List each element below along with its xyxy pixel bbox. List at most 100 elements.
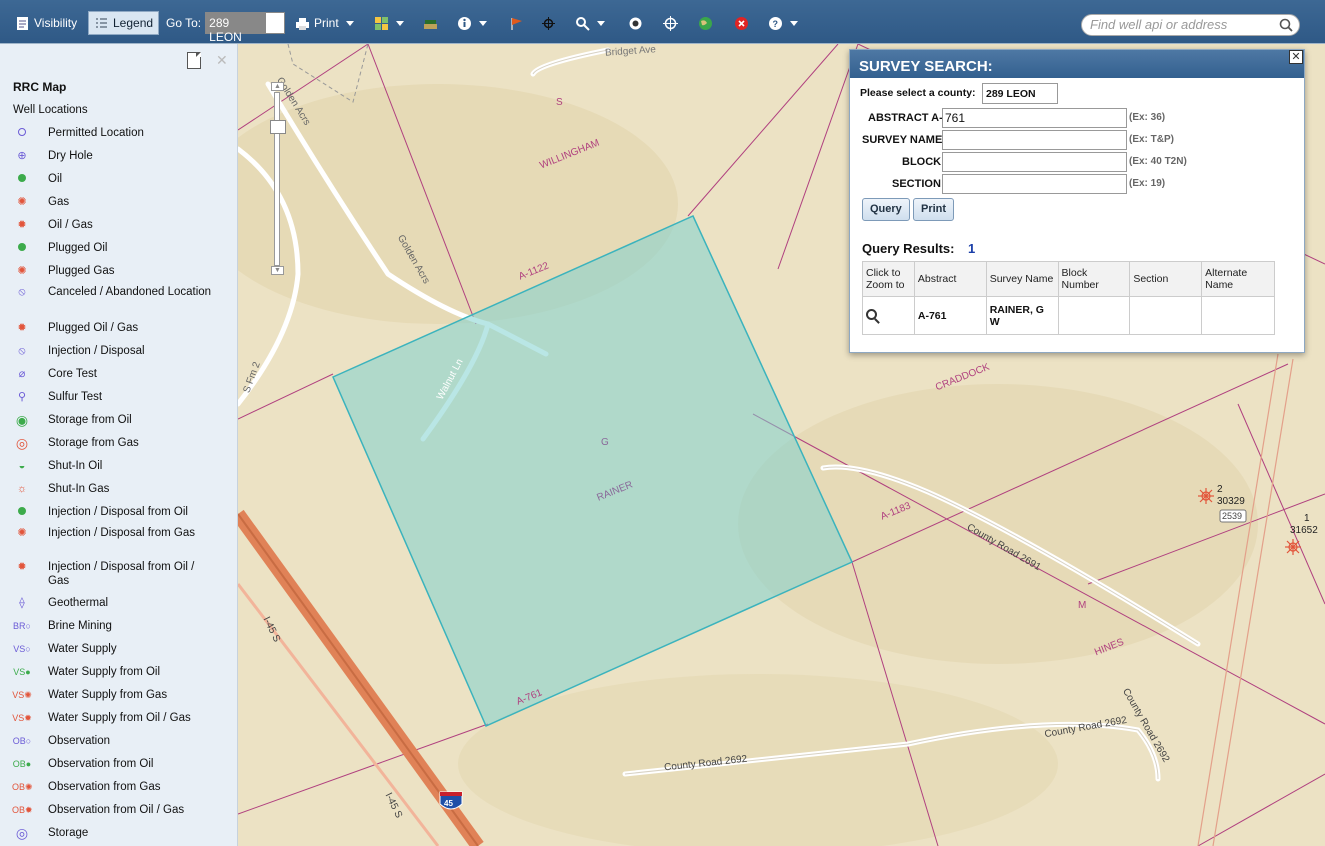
goto-input[interactable]: 289 LEON (205, 12, 286, 44)
basemap-button[interactable] (698, 11, 713, 35)
legend-item-label: Injection / Disposal (48, 345, 145, 357)
chevron-down-icon (479, 20, 487, 26)
print-button[interactable]: Print (913, 198, 955, 221)
legend-section-title: Well Locations (13, 104, 88, 116)
svg-text:?: ? (773, 19, 779, 29)
section-input[interactable] (942, 174, 1127, 194)
full-extent-button[interactable] (628, 11, 643, 35)
chevron-down-icon (790, 20, 798, 26)
chevron-down-icon (345, 20, 354, 26)
print-label: Print (314, 16, 339, 30)
zoom-button[interactable] (575, 11, 605, 35)
water-supply-oil-icon: VS● (13, 667, 31, 677)
crosshair-button[interactable] (541, 11, 556, 35)
alternate-name-cell (1201, 296, 1275, 335)
clear-button[interactable] (734, 11, 749, 35)
abstract-value: 761 (945, 111, 966, 125)
results-label: Query Results: (862, 241, 955, 256)
survey-letter-s: S (556, 97, 563, 108)
dialog-title: SURVEY SEARCH: (850, 50, 1304, 78)
well-api-30329: 30329 (1217, 496, 1245, 507)
goto-label: Go To: (166, 16, 202, 30)
legend-item-label: Injection / Disposal from Oil (48, 506, 188, 518)
document-icon (17, 16, 28, 30)
legend-item-label: Brine Mining (48, 620, 112, 632)
legend-item-label: Water Supply from Oil (48, 666, 161, 678)
zoom-in-icon[interactable] (866, 308, 877, 320)
col-survey-name: Survey Name (985, 261, 1059, 297)
legend-item-label: Shut-In Gas (48, 483, 110, 495)
legend-item-label: Injection / Disposal from Oil / Gas (48, 561, 195, 587)
observation-oil-gas-icon: OB✹ (12, 805, 33, 815)
legend-title: RRC Map (13, 80, 67, 94)
results-header-row: Click to Zoom to Abstract Survey Name Bl… (862, 261, 1275, 297)
zoom-slider[interactable]: ▲ ▼ (270, 82, 286, 276)
legend-item-label: Observation from Oil / Gas (48, 804, 185, 816)
full-extent-icon (629, 17, 642, 29)
survey-name-example: (Ex: T&P) (1129, 134, 1174, 145)
help-icon: ? (769, 16, 782, 30)
legend-item-label: Canceled / Abandoned Location (48, 286, 212, 298)
sulfur-test-icon: ⚲ (17, 391, 27, 403)
interstate-shield-number: 45 (444, 799, 453, 808)
results-count: 1 (968, 241, 976, 256)
legend-item-label: Permitted Location (48, 127, 144, 139)
printer-icon (296, 17, 309, 30)
layers-button[interactable] (374, 11, 404, 35)
legend-item-label: Water Supply from Gas (48, 689, 168, 701)
pumpjack-button[interactable] (423, 11, 438, 35)
col-zoom-to: Click to Zoom to (862, 261, 915, 297)
close-icon (735, 16, 748, 30)
help-button[interactable]: ? (768, 11, 798, 35)
gas-icon: ✺ (17, 196, 27, 208)
zoom-thumb[interactable] (270, 120, 286, 134)
pdf-icon[interactable] (187, 52, 201, 69)
print-button[interactable]: Print (295, 11, 354, 35)
plugged-gas-icon: ✺ (17, 265, 27, 277)
permitted-location-icon (12, 126, 32, 140)
close-icon[interactable]: ✕ (216, 52, 228, 69)
identify-button[interactable] (457, 11, 487, 35)
list-icon (96, 18, 107, 27)
observation-gas-icon: OB✺ (12, 782, 33, 792)
well-number-2: 2 (1217, 484, 1223, 495)
grid-icon (375, 16, 388, 30)
zoom-in-button[interactable]: ▲ (271, 82, 284, 91)
legend-item-label: Observation from Oil (48, 758, 154, 770)
search-icon[interactable] (1279, 18, 1293, 32)
query-button[interactable]: Query (862, 198, 910, 221)
visibility-button[interactable]: Visibility (15, 11, 77, 35)
survey-name-label: SURVEY NAME (862, 134, 943, 146)
zoom-to-cell[interactable] (862, 296, 915, 335)
county-value: 289 LEON (986, 88, 1036, 100)
legend-button[interactable]: Legend (88, 11, 160, 35)
dialog-close-button[interactable]: ✕ (1289, 50, 1303, 64)
locate-button[interactable] (663, 11, 678, 35)
search-input[interactable]: Find well api or address (1081, 14, 1300, 36)
block-input[interactable] (942, 152, 1127, 172)
abstract-input[interactable]: 761 (942, 108, 1127, 128)
chevron-down-icon (396, 20, 404, 26)
water-supply-gas-icon: VS✺ (12, 690, 32, 700)
dry-hole-icon: ⊕ (17, 150, 27, 162)
col-abstract: Abstract (913, 261, 987, 297)
flag-button[interactable] (509, 11, 524, 35)
abstract-cell: A-761 (913, 296, 987, 335)
survey-name-input[interactable] (942, 130, 1127, 150)
legend-item-label: Storage from Oil (48, 414, 132, 426)
zoom-track[interactable] (274, 92, 280, 266)
visibility-label: Visibility (34, 16, 78, 30)
water-supply-icon: VS○ (13, 644, 31, 654)
zoom-out-button[interactable]: ▼ (271, 266, 284, 275)
survey-letter-m: M (1078, 600, 1087, 611)
canceled-location-icon: ⦸ (18, 286, 26, 298)
legend-item-label: Sulfur Test (48, 391, 103, 403)
legend-item-label: Water Supply (48, 643, 117, 655)
storage-icon: ◎ (15, 825, 29, 841)
search-placeholder: Find well api or address (1090, 17, 1228, 32)
legend-item-label: Observation (48, 735, 111, 747)
chevron-down-icon (597, 20, 605, 26)
county-select[interactable]: 289 LEON (982, 83, 1058, 104)
legend-item-label: Oil (48, 173, 63, 185)
legend-item-label: Storage from Gas (48, 437, 139, 449)
